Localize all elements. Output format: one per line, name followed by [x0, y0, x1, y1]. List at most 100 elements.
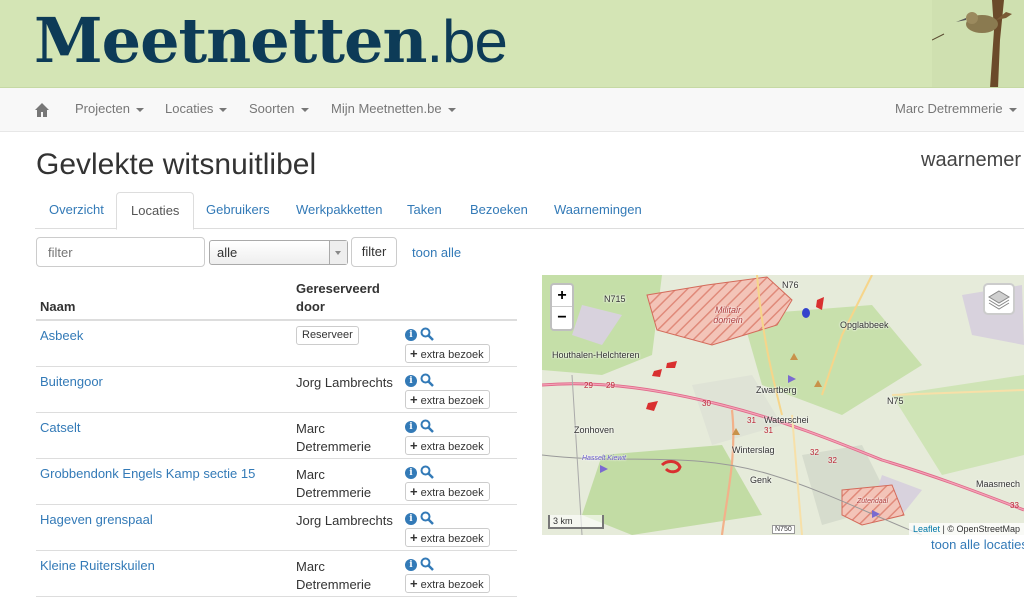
map-label: Opglabbeek	[840, 320, 889, 330]
info-icon[interactable]: i	[405, 559, 417, 571]
tab-locaties[interactable]: Locaties	[116, 192, 195, 230]
filter-button[interactable]: filter	[351, 237, 397, 267]
map-label: 31	[764, 426, 773, 435]
extra-visit-button[interactable]: + extra bezoek	[405, 390, 490, 409]
map-zoom-control: + −	[550, 283, 574, 331]
info-icon[interactable]: i	[405, 375, 417, 387]
location-link[interactable]: Asbeek	[40, 328, 83, 343]
table-row: Kleine Ruiterskuilen Marc Detremmerie i …	[36, 551, 517, 597]
nav-mijn-meetnetten-label: Mijn Meetnetten.be	[331, 101, 442, 116]
extra-visit-button[interactable]: + extra bezoek	[405, 574, 490, 593]
tab-gebruikers[interactable]: Gebruikers	[192, 192, 284, 229]
map-label: Zutendaal	[857, 498, 889, 505]
tab-werkpakketten[interactable]: Werkpakketten	[282, 192, 396, 229]
map-label: 32	[810, 448, 819, 457]
zoom-icon[interactable]	[420, 419, 434, 433]
map-label: Zwartberg	[756, 385, 797, 395]
tab-overzicht[interactable]: Overzicht	[35, 192, 118, 229]
column-header-reserved-line2: door	[296, 299, 325, 314]
tab-waarnemingen[interactable]: Waarnemingen	[540, 192, 656, 229]
map-label: 31	[747, 416, 756, 425]
leaflet-link[interactable]: Leaflet	[913, 524, 940, 534]
tab-bezoeken[interactable]: Bezoeken	[456, 192, 542, 229]
map-label: 32	[828, 456, 837, 465]
site-logo[interactable]: Meetnetten.be	[34, 6, 508, 77]
reserved-by: Jorg Lambrechts	[296, 375, 393, 390]
map-label: Houthalen-Helchteren	[552, 350, 640, 360]
zoom-icon[interactable]	[420, 511, 434, 525]
show-all-link[interactable]: toon alle	[412, 245, 461, 260]
location-link[interactable]: Catselt	[40, 420, 80, 435]
plus-icon: +	[410, 346, 418, 361]
zoom-icon[interactable]	[420, 327, 434, 341]
map-label: Hasselt Kiewit	[582, 455, 626, 462]
nav-soorten[interactable]: Soorten	[249, 101, 309, 116]
map-label: N75	[887, 396, 904, 406]
nav-locaties[interactable]: Locaties	[165, 101, 228, 116]
location-map[interactable]: N715 N76 Militair domein Opglabbeek Hout…	[542, 275, 1024, 535]
map-label: N750	[772, 525, 795, 534]
map-label: 30	[702, 399, 711, 408]
filter-input[interactable]	[36, 237, 205, 267]
extra-visit-label: extra bezoek	[420, 579, 484, 591]
layers-icon	[988, 290, 1010, 310]
info-icon[interactable]: i	[405, 467, 417, 479]
user-role: waarnemer	[921, 149, 1022, 171]
home-icon[interactable]	[34, 102, 50, 118]
caret-down-icon	[300, 107, 309, 112]
map-label: 33	[1010, 501, 1019, 510]
table-row: Hageven grenspaal Jorg Lambrechts i + ext…	[36, 505, 517, 551]
extra-visit-label: extra bezoek	[420, 533, 484, 545]
reserved-by: Jorg Lambrechts	[296, 513, 393, 528]
show-all-locations-link[interactable]: toon alle locaties	[931, 537, 1024, 552]
zoom-icon[interactable]	[420, 557, 434, 571]
extra-visit-label: extra bezoek	[420, 349, 484, 361]
status-select-value: alle	[217, 245, 238, 260]
column-header-name: Naam	[40, 299, 76, 314]
map-attribution: Leaflet | © OpenStreetMap	[908, 523, 1024, 535]
extra-visit-label: extra bezoek	[420, 395, 484, 407]
location-link[interactable]: Buitengoor	[40, 374, 103, 389]
extra-visit-button[interactable]: + extra bezoek	[405, 482, 490, 501]
logo-suffix: .be	[426, 8, 508, 75]
reserved-by: Marc Detremmerie	[296, 467, 372, 500]
extra-visit-button[interactable]: + extra bezoek	[405, 344, 490, 363]
location-link[interactable]: Grobbendonk Engels Kamp sectie 15	[40, 466, 255, 481]
zoom-out-button[interactable]: −	[552, 307, 572, 329]
map-label: Genk	[750, 475, 772, 485]
plus-icon: +	[410, 484, 418, 499]
select-arrow-icon	[329, 241, 347, 264]
bird-illustration	[932, 0, 1024, 87]
nav-user-menu[interactable]: Marc Detremmerie	[895, 101, 1017, 116]
plus-icon: +	[410, 576, 418, 591]
page-title: Gevlekte witsnuitlibel	[36, 148, 317, 181]
info-icon[interactable]: i	[405, 421, 417, 433]
main-navbar: Projecten Locaties Soorten Mijn Meetnett…	[0, 88, 1024, 132]
reserved-by: Marc Detremmerie	[296, 421, 372, 454]
tab-bar: Overzicht Locaties Gebruikers Werkpakket…	[35, 192, 1024, 230]
info-icon[interactable]: i	[405, 513, 417, 525]
info-icon[interactable]: i	[405, 329, 417, 341]
table-row: Asbeek Reserveer i + extra bezoek	[36, 321, 517, 367]
map-label: 29	[584, 381, 593, 390]
tab-taken[interactable]: Taken	[393, 192, 456, 229]
zoom-icon[interactable]	[420, 465, 434, 479]
map-label: Waterschei	[764, 415, 809, 425]
caret-down-icon	[219, 107, 228, 112]
zoom-in-button[interactable]: +	[552, 285, 572, 307]
map-scale: 3 km	[548, 515, 604, 529]
extra-visit-button[interactable]: + extra bezoek	[405, 436, 490, 455]
nav-mijn-meetnetten[interactable]: Mijn Meetnetten.be	[331, 101, 456, 116]
extra-visit-button[interactable]: + extra bezoek	[405, 528, 490, 547]
nav-locaties-label: Locaties	[165, 101, 214, 116]
layers-control[interactable]	[983, 283, 1015, 315]
location-link[interactable]: Hageven grenspaal	[40, 512, 153, 527]
plus-icon: +	[410, 438, 418, 453]
nav-projecten[interactable]: Projecten	[75, 101, 144, 116]
reserve-button[interactable]: Reserveer	[296, 326, 359, 345]
location-link[interactable]: Kleine Ruiterskuilen	[40, 558, 155, 573]
zoom-icon[interactable]	[420, 373, 434, 387]
plus-icon: +	[410, 530, 418, 545]
caret-down-icon	[135, 107, 144, 112]
status-select[interactable]: alle	[209, 240, 348, 265]
